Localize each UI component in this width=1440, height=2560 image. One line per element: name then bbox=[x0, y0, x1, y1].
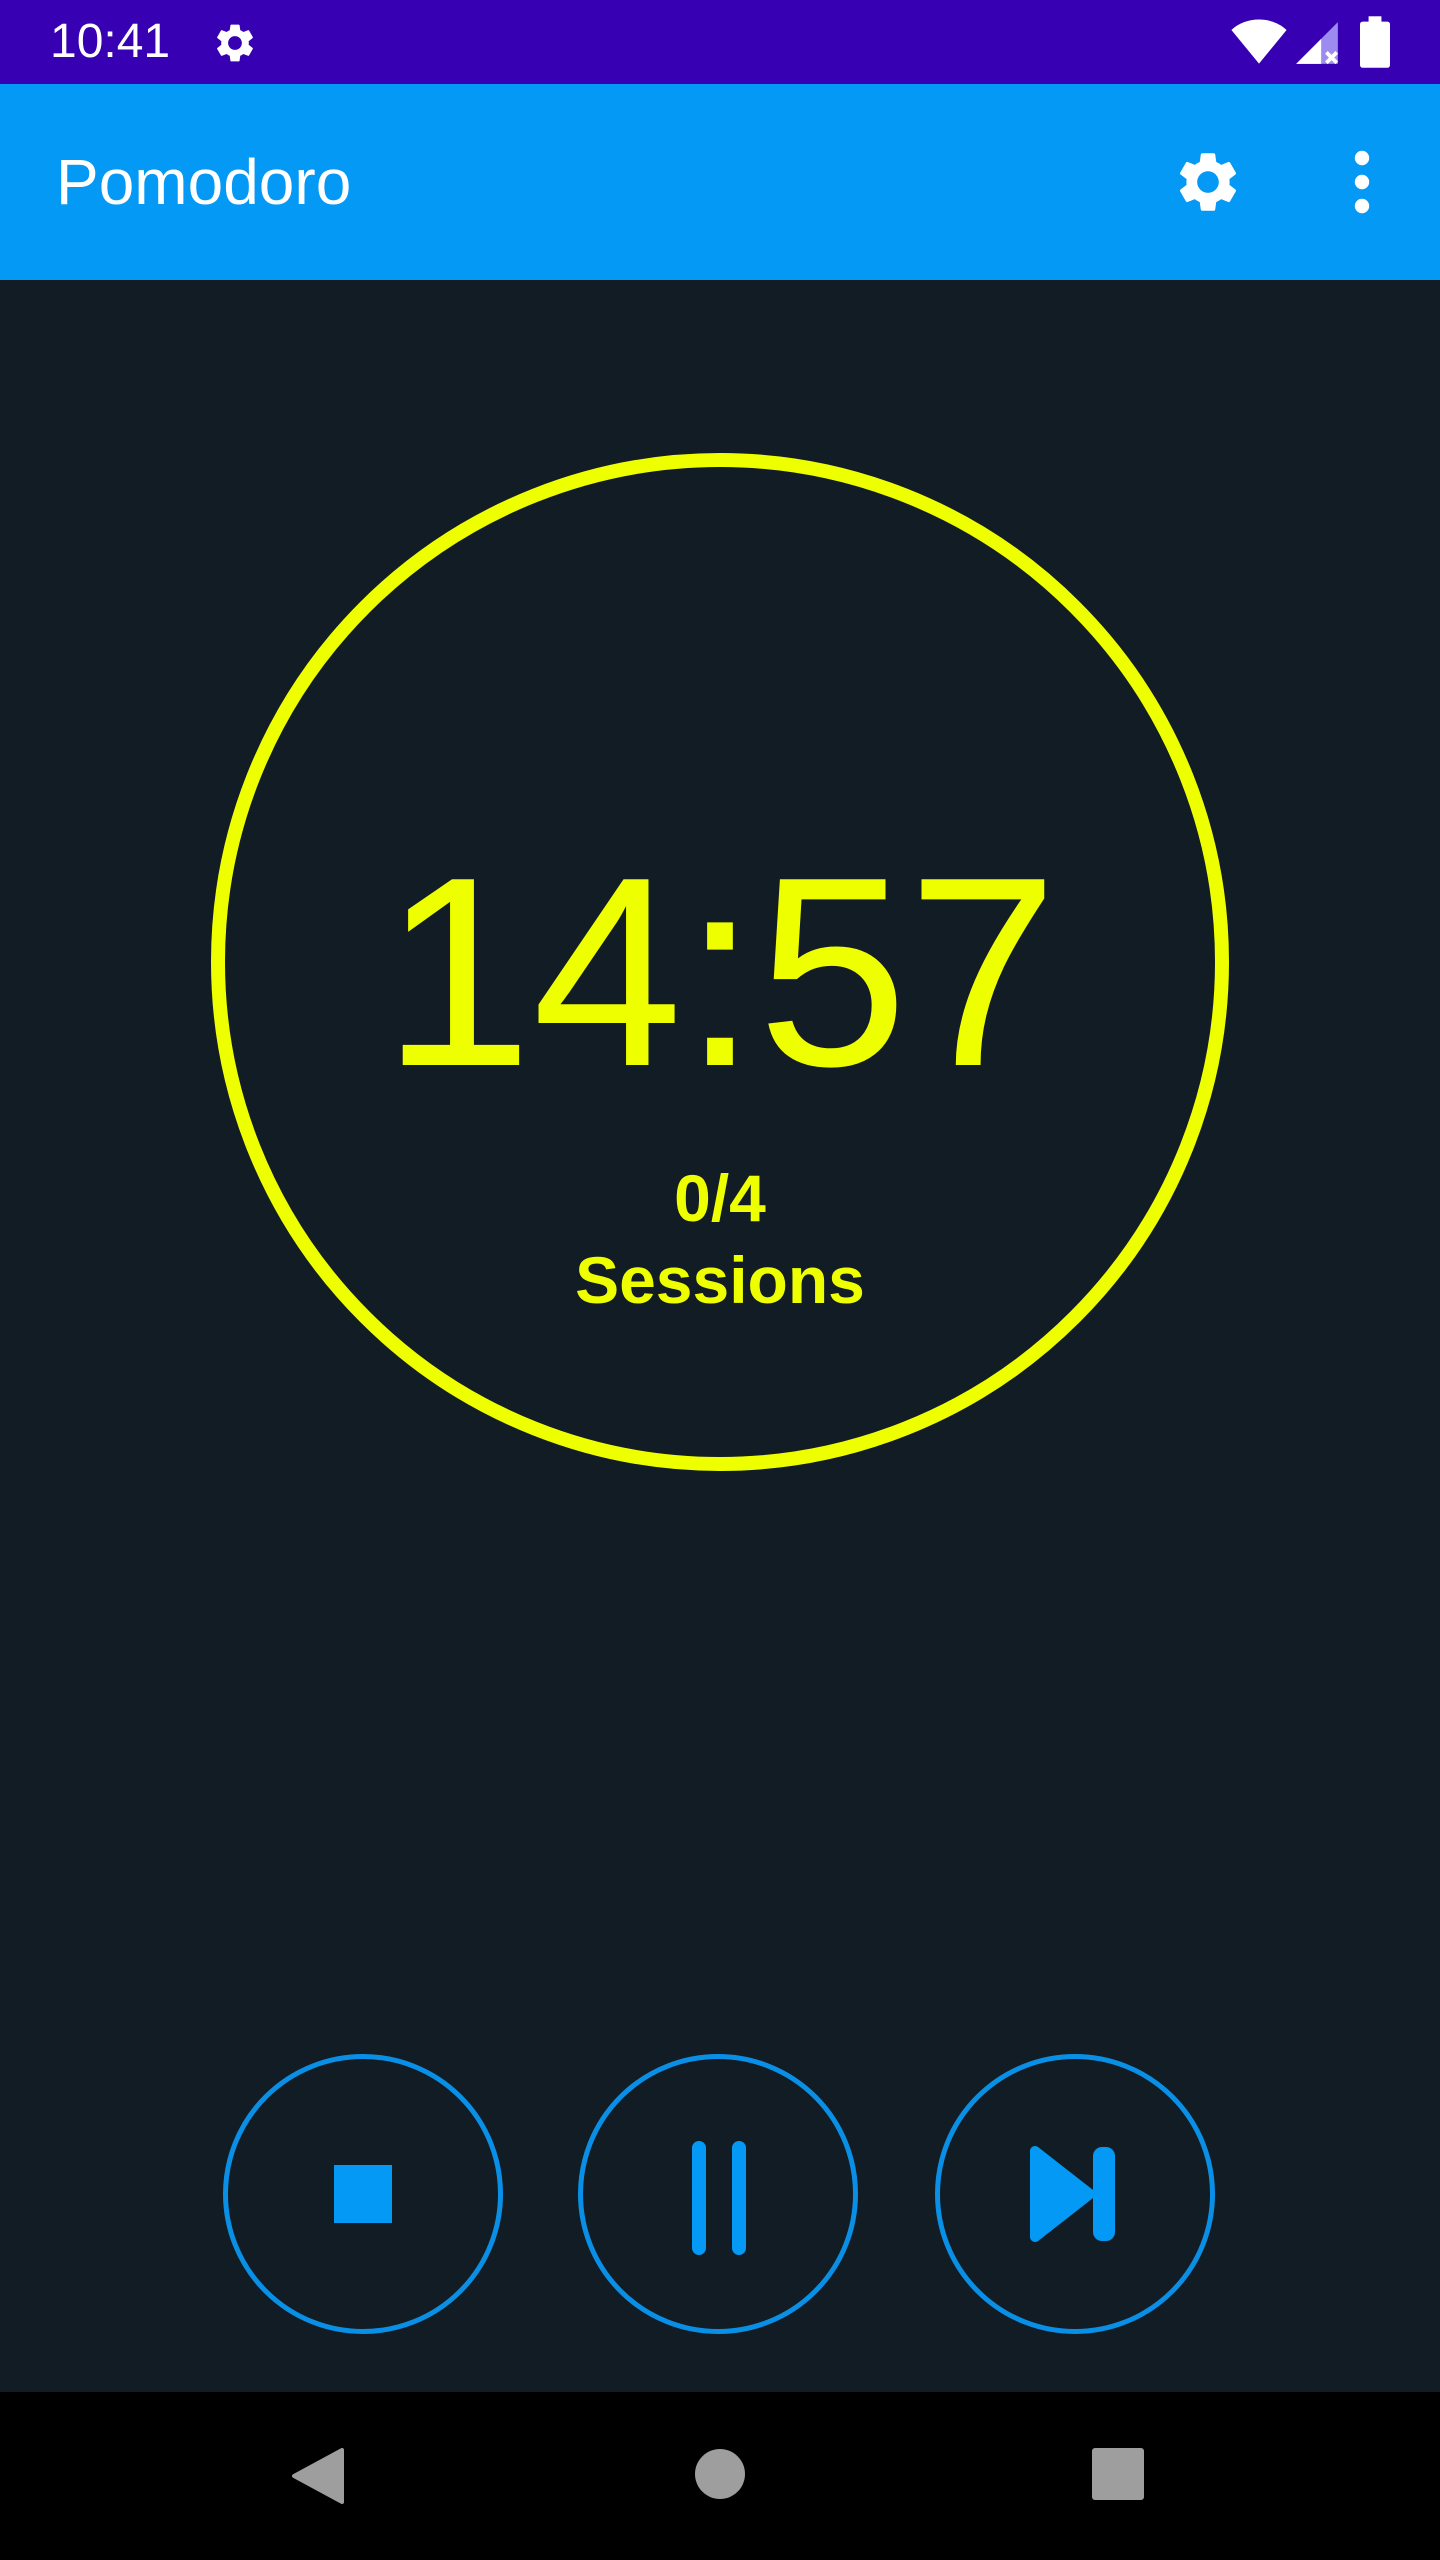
more-vert-icon[interactable] bbox=[1332, 146, 1392, 218]
recents-icon[interactable] bbox=[1092, 2448, 1144, 2500]
session-label: Sessions bbox=[575, 1243, 865, 1317]
pause-button[interactable] bbox=[578, 2054, 858, 2334]
back-icon[interactable] bbox=[286, 2444, 350, 2508]
gear-icon[interactable] bbox=[1172, 146, 1244, 218]
timer-value: 14:57 bbox=[382, 822, 1058, 1123]
skip-next-button[interactable] bbox=[935, 2054, 1215, 2334]
pause-icon bbox=[692, 2141, 746, 2255]
stop-button[interactable] bbox=[223, 2054, 503, 2334]
skip-next-icon bbox=[1030, 2146, 1115, 2242]
status-time: 10:41 bbox=[50, 15, 171, 68]
wifi-icon bbox=[1231, 19, 1287, 64]
battery-icon bbox=[1360, 16, 1390, 68]
gear-icon bbox=[217, 24, 253, 62]
app-title: Pomodoro bbox=[56, 146, 352, 218]
home-icon[interactable] bbox=[694, 2448, 746, 2500]
session-count: 0/4 bbox=[674, 1161, 766, 1235]
cell-signal-icon bbox=[1296, 22, 1339, 65]
stop-icon bbox=[334, 2165, 392, 2223]
